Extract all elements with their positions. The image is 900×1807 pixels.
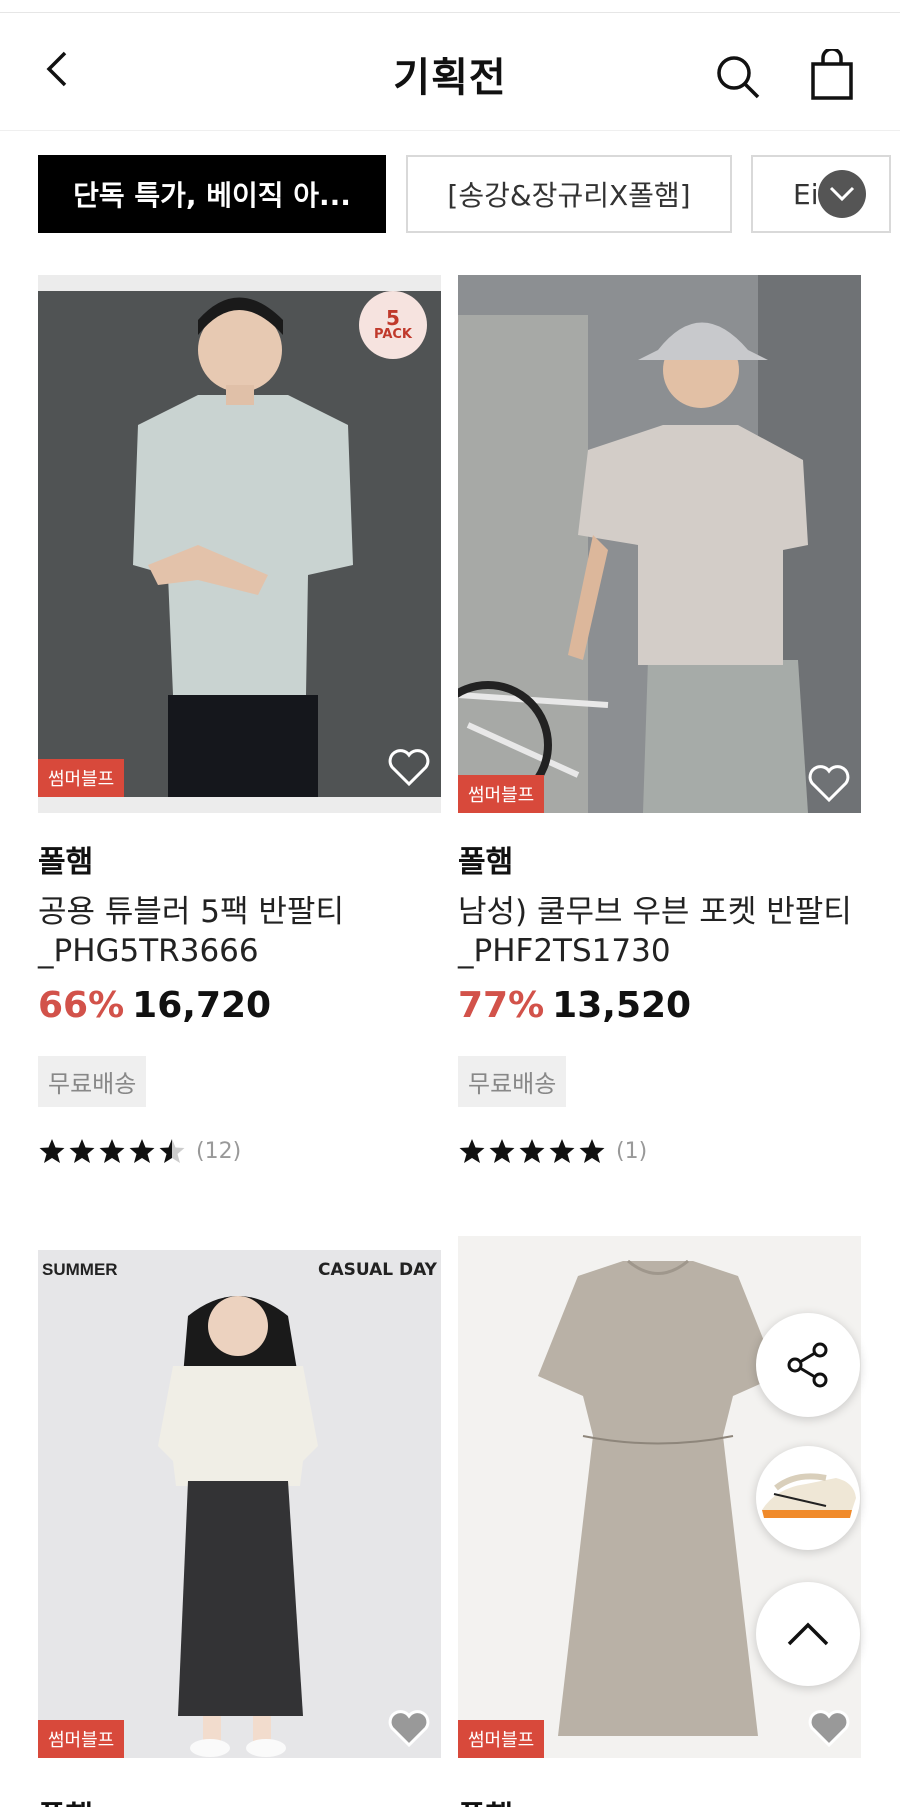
cart-button[interactable]: [808, 47, 856, 101]
sale-price: 13,520: [552, 985, 692, 1026]
product-name-line2: _PHF2TS1730: [458, 933, 671, 969]
product-price: 66% 16,720: [38, 985, 441, 1026]
pack-badge: 5 PACK: [359, 291, 427, 359]
share-button[interactable]: [756, 1313, 860, 1417]
product-image[interactable]: SUMMER CASUAL DAY 썸머블프: [38, 1236, 441, 1774]
promo-tag: 썸머블프: [38, 1720, 125, 1758]
tabs-expand-button[interactable]: [818, 170, 866, 218]
tab-collab[interactable]: [송강&장규리X폴햄]: [406, 155, 732, 233]
product-brand: 폴햄: [38, 845, 94, 880]
page-title: 기획전: [393, 55, 507, 101]
product-brand: 폴햄: [458, 845, 514, 880]
free-shipping-badge: 무료배송: [458, 1056, 567, 1107]
product-name[interactable]: 남성) 쿨무브 우븐 포켓 반팔티 _PHF2TS1730: [458, 893, 861, 971]
product-name-line1: 남성) 쿨무브 우븐 포켓 반팔티: [458, 894, 852, 930]
rating: (12): [38, 1137, 441, 1165]
chevron-down-icon: [829, 186, 855, 202]
product-image[interactable]: 썸머블프: [458, 275, 861, 813]
star-full-icon: [99, 1139, 125, 1163]
app-header: 기획전: [0, 13, 900, 131]
discount-rate: 77%: [458, 985, 545, 1026]
star-full-icon: [549, 1139, 575, 1163]
review-count: (1): [616, 1138, 648, 1164]
rating-stars: [458, 1137, 606, 1165]
category-tabs: 단독 특가, 베이직 아... [송강&장규리X폴햄] Ei: [38, 155, 900, 233]
promo-tag: 썸머블프: [458, 775, 545, 813]
product-brand: 폴햄: [458, 1792, 861, 1807]
sneaker-thumbnail: [762, 1473, 856, 1518]
chevron-up-icon: [787, 1622, 829, 1646]
discount-rate: 66%: [38, 985, 125, 1026]
star-full-icon: [69, 1139, 95, 1163]
heart-icon[interactable]: [387, 1708, 431, 1748]
product-image[interactable]: 5 PACK 썸머블프: [38, 275, 441, 813]
product-name[interactable]: 공용 튜블러 5팩 반팔티 _PHG5TR3666: [38, 893, 441, 971]
heart-icon[interactable]: [807, 1708, 851, 1748]
star-full-icon: [519, 1139, 545, 1163]
tab-exclusive-deal[interactable]: 단독 특가, 베이직 아...: [38, 155, 386, 233]
sale-price: 16,720: [132, 985, 272, 1026]
scroll-top-button[interactable]: [756, 1582, 860, 1686]
product-card[interactable]: 썸머블프 폴햄 남성) 쿨무브 우븐 포켓 반팔티 _PHF2TS1730 77…: [458, 275, 861, 1165]
review-count: (12): [196, 1138, 242, 1164]
promo-tag: 썸머블프: [38, 759, 125, 797]
star-full-icon: [129, 1139, 155, 1163]
search-button[interactable]: [714, 53, 762, 101]
star-full-icon: [39, 1139, 65, 1163]
product-name-line2: _PHG5TR3666: [38, 933, 259, 969]
shopping-bag-icon: [811, 47, 853, 100]
rating-stars: [38, 1137, 186, 1165]
promo-tag: 썸머블프: [458, 1720, 545, 1758]
search-icon: [717, 56, 760, 99]
recent-item-button[interactable]: [756, 1446, 860, 1550]
star-full-icon: [489, 1139, 515, 1163]
pack-badge-text: PACK: [373, 327, 412, 342]
product-name-line1: 공용 튜블러 5팩 반팔티: [38, 894, 344, 930]
free-shipping-badge: 무료배송: [38, 1056, 147, 1107]
image-caption-right: CASUAL DAY: [317, 1260, 437, 1280]
product-price: 77% 13,520: [458, 985, 861, 1026]
product-card[interactable]: SUMMER CASUAL DAY 썸머블프 폴햄: [38, 1236, 441, 1807]
pack-badge-number: 5: [386, 306, 400, 330]
heart-icon[interactable]: [807, 763, 851, 803]
product-photo-model-blouse-skirt: [38, 1250, 441, 1758]
star-full-icon: [459, 1139, 485, 1163]
image-caption-left: SUMMER: [42, 1260, 118, 1279]
heart-icon[interactable]: [387, 747, 431, 787]
product-card[interactable]: 5 PACK 썸머블프 폴햄 공용 튜블러 5팩 반팔티 _PHG5TR3666…: [38, 275, 441, 1165]
product-photo-model-pocket-tee: [458, 275, 861, 813]
product-brand: 폴햄: [38, 1792, 441, 1807]
star-half-icon: [159, 1139, 185, 1163]
rating: (1): [458, 1137, 861, 1165]
share-icon: [787, 1342, 828, 1388]
star-full-icon: [579, 1139, 605, 1163]
